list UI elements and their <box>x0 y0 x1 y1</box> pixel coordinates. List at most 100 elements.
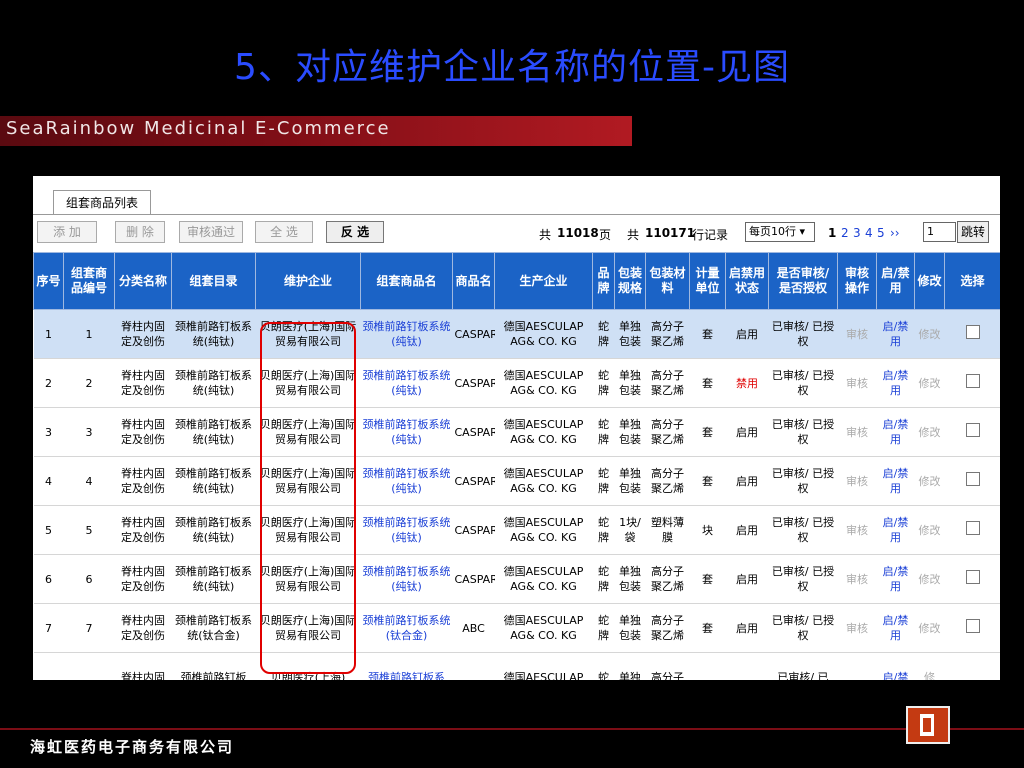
table-cell <box>63 652 115 680</box>
table-cell: 脊柱内固定及创伤 <box>114 554 172 604</box>
enable-disable-link[interactable]: 启/禁用 <box>876 407 915 457</box>
total-rows: 110171 <box>645 226 696 240</box>
footer-divider <box>0 728 1024 730</box>
edit-link[interactable]: 修改 <box>914 554 945 604</box>
row-select-cell <box>944 554 1000 604</box>
page-2[interactable]: 2 <box>841 226 849 240</box>
table-row[interactable]: 脊柱内固 颈椎前路钉板 贝朗医疗(上海) 颈椎前路钉板系 德国AESCULAP 蛇单独 高分… <box>33 652 1000 680</box>
table-cell: 单独包装 <box>614 456 646 506</box>
table-cell: 单独 <box>614 652 646 680</box>
approve-link[interactable]: 审核 <box>837 603 877 653</box>
row-checkbox[interactable] <box>965 570 980 584</box>
chevron-down-icon: ▾ <box>799 225 806 238</box>
approve-link[interactable]: 审核 <box>837 407 877 457</box>
delete-button[interactable]: 删 除 <box>115 221 165 243</box>
total-pages-prefix: 共 <box>539 228 552 242</box>
table-cell: 1块/袋 <box>614 505 646 555</box>
product-name-link[interactable]: 颈椎前路钉板系统(纯钛) <box>360 554 453 604</box>
table-cell <box>33 652 64 680</box>
table-cell: 颈椎前路钉板系统(纯钛) <box>171 407 256 457</box>
table-cell <box>725 652 769 680</box>
row-select-cell <box>944 652 1000 680</box>
edit-link[interactable]: 修改 <box>914 505 945 555</box>
product-name-link[interactable]: 颈椎前路钉板系统(纯钛) <box>360 505 453 555</box>
table-row[interactable]: 6 6 脊柱内固定及创伤 颈椎前路钉板系统(纯钛) 贝朗医疗(上海)国际贸易有限公司 颈椎… <box>33 554 1000 604</box>
edit-link[interactable]: 修 <box>914 652 945 680</box>
page-3[interactable]: 3 <box>853 226 861 240</box>
column-header: 修改 <box>914 252 945 310</box>
product-name-link[interactable]: 颈椎前路钉板系统(纯钛) <box>360 358 453 408</box>
add-button[interactable]: 添 加 <box>37 221 97 243</box>
edit-link[interactable]: 修改 <box>914 456 945 506</box>
table-cell: 已审核/ 已授权 <box>768 456 838 506</box>
column-header: 审核操作 <box>837 252 877 310</box>
table-cell: 塑料薄膜 <box>645 505 690 555</box>
table-cell: 蛇牌 <box>592 505 615 555</box>
row-checkbox[interactable] <box>965 374 980 388</box>
tab-product-list[interactable]: 组套商品列表 <box>53 190 152 215</box>
table-cell <box>452 652 495 680</box>
approve-link[interactable]: 审核 <box>837 309 877 359</box>
row-checkbox[interactable] <box>965 619 980 633</box>
column-header: 包装材料 <box>645 252 690 310</box>
total-pages: 11018 <box>557 226 599 240</box>
enable-disable-link[interactable]: 启/禁用 <box>876 358 915 408</box>
next-page-icon[interactable]: ›› <box>890 226 900 240</box>
column-header: 启禁用状态 <box>725 252 769 310</box>
table-cell: 单独包装 <box>614 407 646 457</box>
product-name-link[interactable]: 颈椎前路钉板系统(纯钛) <box>360 309 453 359</box>
row-select-cell <box>944 407 1000 457</box>
column-header: 品牌 <box>592 252 615 310</box>
table-row[interactable]: 5 5 脊柱内固定及创伤 颈椎前路钉板系统(纯钛) 贝朗医疗(上海)国际贸易有限公司 颈椎… <box>33 505 1000 555</box>
table-cell: 4 <box>63 456 115 506</box>
table-row[interactable]: 4 4 脊柱内固定及创伤 颈椎前路钉板系统(纯钛) 贝朗医疗(上海)国际贸易有限公司 颈椎… <box>33 456 1000 506</box>
table-row[interactable]: 1 1 脊柱内固定及创伤 颈椎前路钉板系统(纯钛) 贝朗医疗(上海)国际贸易有限公司 颈椎… <box>33 309 1000 359</box>
page-4[interactable]: 4 <box>865 226 873 240</box>
pages-unit: 页 <box>599 228 612 242</box>
approve-link[interactable]: 审核 <box>837 505 877 555</box>
edit-link[interactable]: 修改 <box>914 309 945 359</box>
enable-disable-link[interactable]: 启/禁用 <box>876 309 915 359</box>
page-1[interactable]: 1 <box>828 226 836 240</box>
edit-link[interactable]: 修改 <box>914 407 945 457</box>
table-cell: 高分子 <box>645 652 690 680</box>
table-row[interactable]: 2 2 脊柱内固定及创伤 颈椎前路钉板系统(纯钛) 贝朗医疗(上海)国际贸易有限公司 颈椎… <box>33 358 1000 408</box>
invert-selection-button[interactable]: 反 选 <box>326 221 384 243</box>
table-cell: 蛇牌 <box>592 309 615 359</box>
table-cell: 颈椎前路钉板系统(钛合金) <box>171 603 256 653</box>
table-cell: 套 <box>689 309 726 359</box>
enable-disable-link[interactable]: 启/禁 <box>876 652 915 680</box>
approve-link[interactable] <box>837 652 877 680</box>
product-name-link[interactable]: 颈椎前路钉板系统(纯钛) <box>360 456 453 506</box>
enable-disable-link[interactable]: 启/禁用 <box>876 456 915 506</box>
page-number-input[interactable]: 1 <box>923 222 956 242</box>
enable-disable-link[interactable]: 启/禁用 <box>876 603 915 653</box>
approve-link[interactable]: 审核 <box>837 358 877 408</box>
page-size-select[interactable]: 每页10行 ▾ <box>745 222 815 242</box>
row-checkbox[interactable] <box>965 472 980 486</box>
table-cell: 7 <box>63 603 115 653</box>
table-cell: ABC <box>452 603 495 653</box>
table-cell: 套 <box>689 407 726 457</box>
table-row[interactable]: 7 7 脊柱内固定及创伤 颈椎前路钉板系统(钛合金) 贝朗医疗(上海)国际贸易有限公司颈… <box>33 603 1000 653</box>
enable-disable-link[interactable]: 启/禁用 <box>876 505 915 555</box>
product-name-link[interactable]: 颈椎前路钉板系 <box>360 652 453 680</box>
select-all-button[interactable]: 全 选 <box>255 221 313 243</box>
table-header: 序号 组套商品编号 分类名称 组套目录 维护企业 组套商品名 商品名 生产企业 品牌 包装规格 包装… <box>33 252 1000 310</box>
page-5[interactable]: 5 <box>877 226 885 240</box>
product-name-link[interactable]: 颈椎前路钉板系统(钛合金) <box>360 603 453 653</box>
row-checkbox[interactable] <box>965 423 980 437</box>
table-cell: 高分子聚乙烯 <box>645 309 690 359</box>
jump-button[interactable]: 跳转 <box>957 221 990 243</box>
approve-link[interactable]: 审核 <box>837 456 877 506</box>
edit-link[interactable]: 修改 <box>914 603 945 653</box>
page-size-value: 每页10行 <box>749 225 796 238</box>
approve-link[interactable]: 审核 <box>837 554 877 604</box>
row-checkbox[interactable] <box>965 325 980 339</box>
approve-button[interactable]: 审核通过 <box>179 221 243 243</box>
row-checkbox[interactable] <box>965 521 980 535</box>
table-row[interactable]: 3 3 脊柱内固定及创伤 颈椎前路钉板系统(纯钛) 贝朗医疗(上海)国际贸易有限公司 颈椎… <box>33 407 1000 457</box>
enable-disable-link[interactable]: 启/禁用 <box>876 554 915 604</box>
edit-link[interactable]: 修改 <box>914 358 945 408</box>
product-name-link[interactable]: 颈椎前路钉板系统(纯钛) <box>360 407 453 457</box>
